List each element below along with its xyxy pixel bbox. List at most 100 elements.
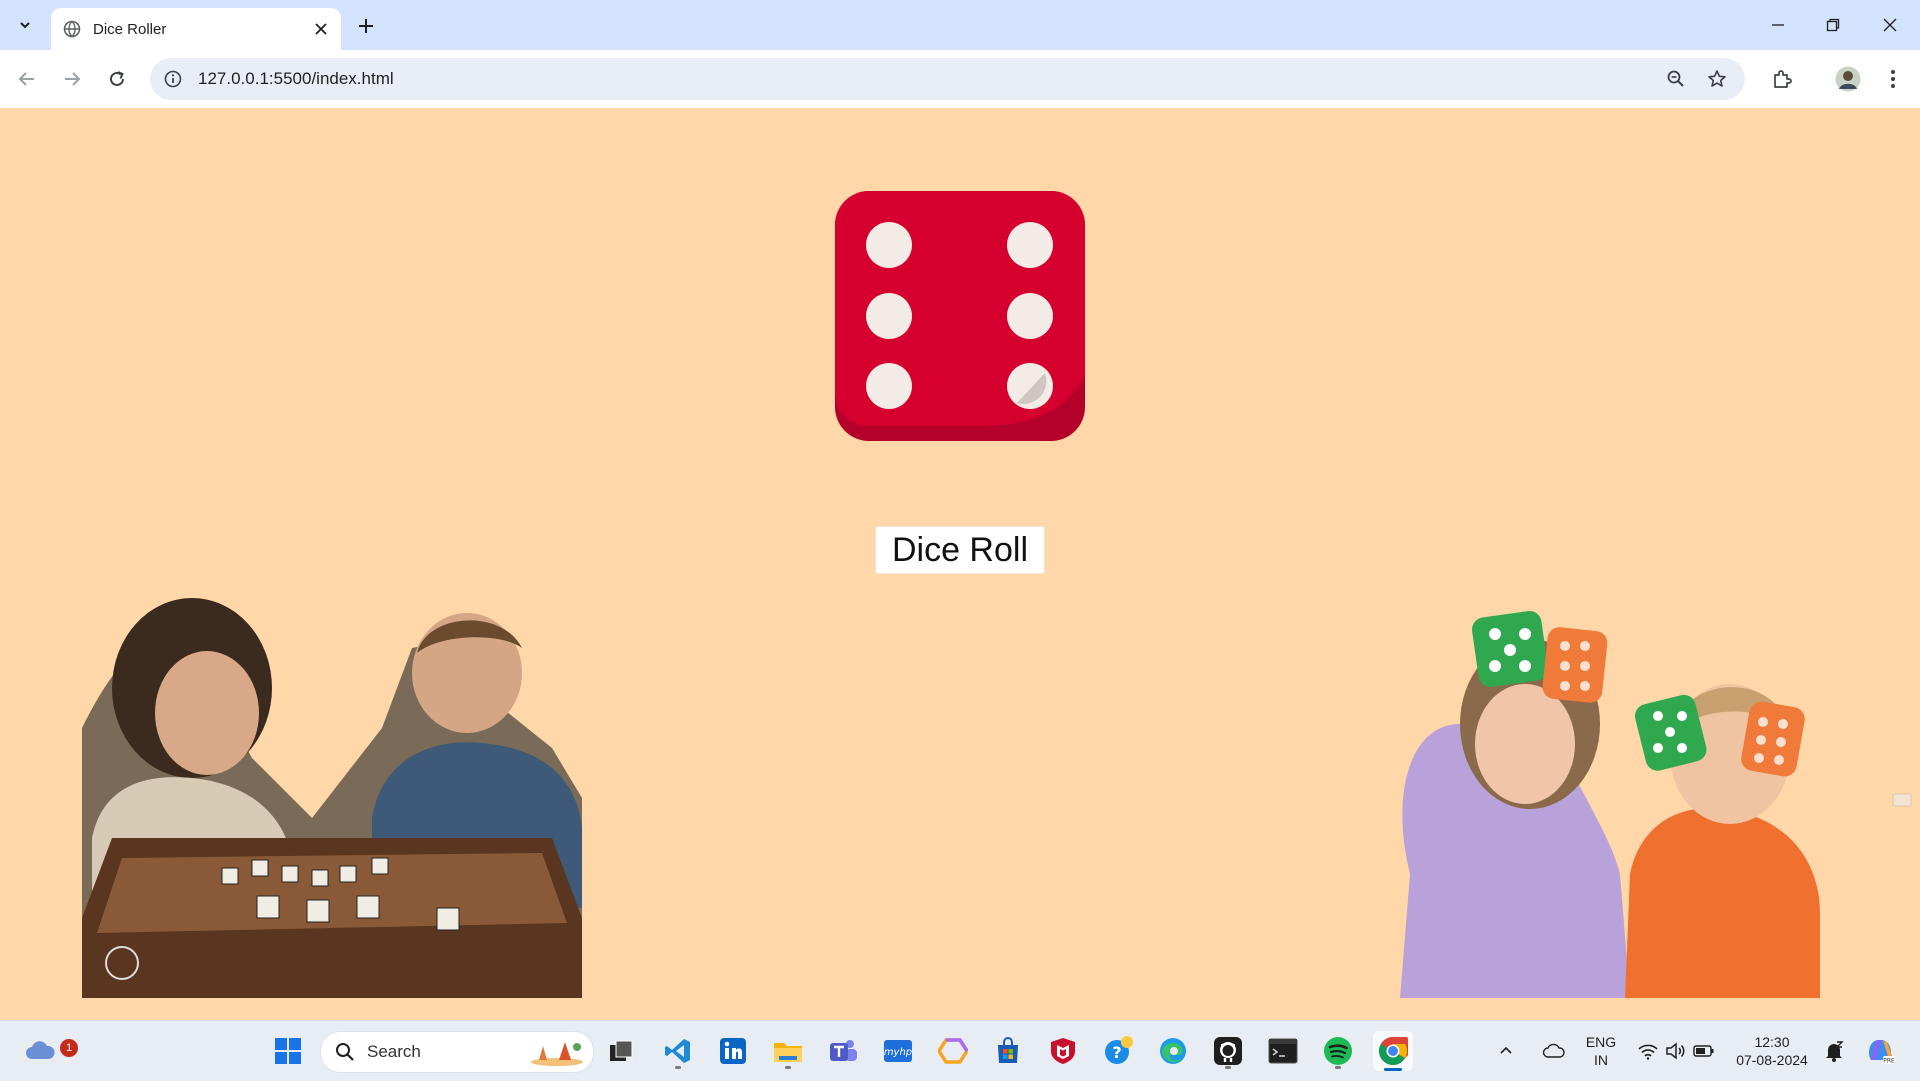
spotify-icon <box>1324 1037 1352 1065</box>
chrome-app[interactable] <box>1373 1031 1413 1071</box>
chevron-up-icon <box>1500 1046 1512 1054</box>
copilot-hexagon-app[interactable] <box>933 1031 973 1071</box>
file-explorer-app[interactable] <box>768 1031 808 1071</box>
github-icon <box>1214 1037 1242 1065</box>
arrow-right-icon <box>65 72 81 86</box>
close-icon <box>1883 18 1897 32</box>
windows-taskbar: 1 Search myhp ? ENG IN 12:30 07-08-2024 … <box>0 1020 1920 1081</box>
quick-settings-button[interactable] <box>1630 1031 1722 1071</box>
running-indicator <box>1225 1066 1231 1069</box>
globe-icon <box>63 20 81 38</box>
svg-text:PRE: PRE <box>1883 1058 1895 1065</box>
chevron-down-icon <box>20 22 30 29</box>
edge-app[interactable] <box>1153 1031 1193 1071</box>
extensions-button[interactable] <box>1766 63 1798 95</box>
weather-widget[interactable]: 1 <box>20 1031 78 1071</box>
running-indicator <box>1335 1066 1341 1069</box>
chrome-icon <box>1379 1037 1408 1065</box>
svg-text:?: ? <box>1112 1043 1121 1062</box>
taskbar-search[interactable]: Search <box>320 1031 594 1073</box>
vscode-app[interactable] <box>658 1031 698 1071</box>
volume-icon <box>1666 1042 1685 1060</box>
dice-roll-button[interactable]: Dice Roll <box>875 526 1045 574</box>
svg-text:myhp: myhp <box>884 1047 912 1058</box>
search-label: Search <box>367 1042 421 1061</box>
task-view-button[interactable] <box>601 1031 641 1071</box>
language-region: IN <box>1594 1052 1608 1068</box>
bell-snooze-icon <box>1826 1041 1844 1062</box>
language-code: ENG <box>1585 1034 1617 1050</box>
task-view-icon <box>610 1040 633 1061</box>
show-hidden-icons-button[interactable] <box>1492 1031 1520 1071</box>
reload-icon <box>110 71 124 86</box>
language-indicator[interactable]: ENG IN <box>1580 1033 1622 1069</box>
notifications-button[interactable] <box>1818 1031 1850 1071</box>
zoom-icon[interactable] <box>1666 69 1686 89</box>
notification-badge: 1 <box>60 1039 78 1057</box>
back-button[interactable] <box>11 63 43 95</box>
running-indicator <box>785 1066 791 1069</box>
cloud-icon <box>26 1041 55 1059</box>
kids-holding-dice-image <box>1400 611 1820 998</box>
edge-icon <box>1160 1038 1186 1064</box>
clock[interactable]: 12:30 07-08-2024 <box>1726 1033 1818 1069</box>
clock-time: 12:30 <box>1754 1034 1790 1050</box>
running-indicator <box>675 1066 681 1069</box>
browser-menu-button[interactable] <box>1877 63 1909 95</box>
copilot-icon: PRE <box>1869 1040 1895 1065</box>
page-content: Dice Roll <box>0 108 1920 1020</box>
profile-button[interactable] <box>1832 63 1864 95</box>
clock-date: 07-08-2024 <box>1736 1052 1808 1068</box>
wifi-icon <box>1638 1044 1658 1060</box>
teams-app[interactable] <box>823 1031 863 1071</box>
linkedin-app[interactable] <box>713 1031 753 1071</box>
hexagon-icon <box>938 1038 968 1064</box>
microsoft-store-app[interactable] <box>988 1031 1028 1071</box>
search-icon <box>336 1043 354 1061</box>
myhp-icon: myhp <box>884 1040 912 1062</box>
more-vertical-icon <box>1891 70 1895 88</box>
browser-tab[interactable]: Dice Roller <box>51 8 341 50</box>
browser-toolbar: 127.0.0.1:5500/index.html <box>0 50 1920 109</box>
minimize-button[interactable] <box>1758 8 1798 42</box>
browser-tab-strip: Dice Roller <box>0 0 1920 50</box>
close-window-button[interactable] <box>1870 8 1910 42</box>
side-panel-icon[interactable] <box>1892 793 1912 807</box>
site-info-icon[interactable] <box>164 70 182 88</box>
minimize-icon <box>1772 24 1784 26</box>
reload-button[interactable] <box>101 63 133 95</box>
onedrive-tray[interactable] <box>1538 1031 1570 1071</box>
puzzle-icon <box>1774 70 1792 88</box>
restore-icon <box>1826 18 1840 32</box>
search-highlight-icon <box>531 1042 583 1066</box>
folder-icon <box>774 1043 802 1062</box>
spotify-app[interactable] <box>1318 1031 1358 1071</box>
new-tab-button[interactable] <box>352 12 380 40</box>
get-help-app[interactable]: ? <box>1098 1031 1138 1071</box>
linkedin-icon <box>720 1038 746 1064</box>
restore-button[interactable] <box>1813 8 1853 42</box>
terminal-icon <box>1268 1038 1298 1064</box>
close-tab-button[interactable] <box>309 17 333 41</box>
url-text[interactable]: 127.0.0.1:5500/index.html <box>198 69 394 89</box>
arrow-left-icon <box>18 72 34 86</box>
teams-icon <box>830 1040 857 1061</box>
bookmark-star-icon[interactable] <box>1707 69 1727 89</box>
plus-icon <box>359 19 373 33</box>
windows-logo-icon <box>275 1038 301 1064</box>
store-icon <box>998 1037 1018 1063</box>
address-bar[interactable]: 127.0.0.1:5500/index.html <box>150 58 1745 100</box>
copilot-button[interactable]: PRE <box>1862 1031 1898 1071</box>
dice-six-image <box>835 191 1085 441</box>
start-button[interactable] <box>268 1031 308 1071</box>
forward-button[interactable] <box>56 63 88 95</box>
mcafee-app[interactable] <box>1043 1031 1083 1071</box>
vscode-icon <box>665 1039 690 1063</box>
github-desktop-app[interactable] <box>1208 1031 1248 1071</box>
help-icon: ? <box>1105 1036 1133 1064</box>
close-icon <box>315 23 327 35</box>
tab-search-button[interactable] <box>10 10 40 40</box>
myhp-app[interactable]: myhp <box>878 1031 918 1071</box>
terminal-app[interactable] <box>1263 1031 1303 1071</box>
tab-title: Dice Roller <box>93 20 167 38</box>
